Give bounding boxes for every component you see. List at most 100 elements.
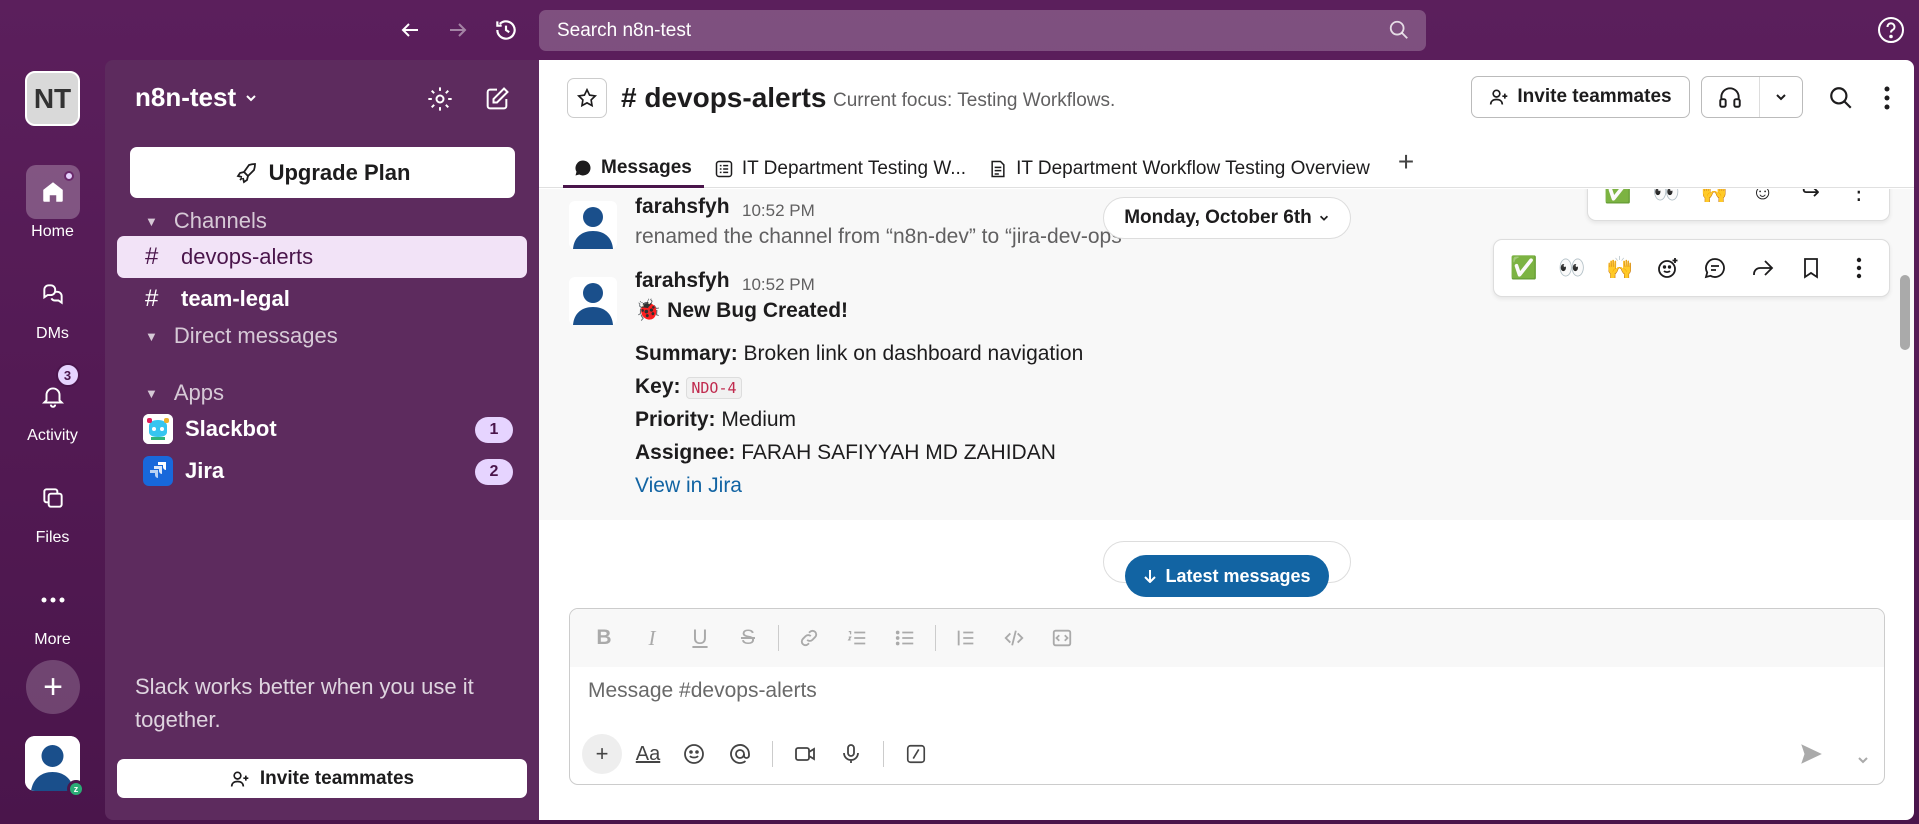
channel-title[interactable]: # devops-alerts xyxy=(621,82,826,114)
message-input[interactable]: Message #devops-alerts xyxy=(570,667,1884,725)
sidebar-invite-button[interactable]: Invite teammates xyxy=(117,759,527,798)
check-emoji-icon[interactable]: ✅ xyxy=(1506,250,1542,286)
activity-badge: 3 xyxy=(55,363,80,387)
tab-canvas-2[interactable]: IT Department Workflow Testing Overview xyxy=(978,144,1382,188)
sidebar-item-team-legal[interactable]: # team-legal xyxy=(117,278,527,320)
help-icon[interactable] xyxy=(1876,15,1906,45)
slash-command-icon[interactable] xyxy=(896,734,936,774)
invite-label: Invite teammates xyxy=(259,767,415,789)
strikethrough-icon[interactable]: S xyxy=(726,618,770,658)
channel-tabs: Messages IT Department Testing W... IT D… xyxy=(563,144,1430,188)
check-emoji-icon[interactable]: ✅ xyxy=(1600,189,1636,210)
add-workspace-button[interactable]: + xyxy=(26,660,80,714)
blockquote-icon[interactable] xyxy=(944,618,988,658)
more-actions-icon[interactable] xyxy=(1841,250,1877,286)
raised-hands-emoji-icon[interactable]: 🙌 xyxy=(1696,189,1732,210)
italic-icon[interactable]: I xyxy=(630,618,674,658)
search-icon xyxy=(1388,19,1410,47)
rail-item-activity[interactable]: 3 Activity xyxy=(0,363,105,445)
message-author[interactable]: farahsfyh xyxy=(635,269,730,293)
emoji-icon[interactable] xyxy=(674,734,714,774)
channel-topic[interactable]: Current focus: Testing Workflows. xyxy=(833,90,1115,112)
rail-item-home[interactable]: Home xyxy=(0,165,105,241)
assignee-line: Assignee: FARAH SAFIYYAH MD ZAHIDAN xyxy=(635,441,1056,465)
bullet-list-icon[interactable] xyxy=(883,618,927,658)
reply-thread-icon[interactable] xyxy=(1697,250,1733,286)
sidebar-item-slackbot[interactable]: Slackbot 1 xyxy=(117,408,527,450)
forward-arrow-icon[interactable] xyxy=(442,14,474,46)
channel-label: team-legal xyxy=(181,286,290,311)
search-icon[interactable] xyxy=(1821,78,1861,118)
headphones-icon[interactable] xyxy=(1702,84,1759,110)
eyes-emoji-icon[interactable]: 👀 xyxy=(1648,189,1684,210)
back-arrow-icon[interactable] xyxy=(394,14,426,46)
rail-label-more: More xyxy=(34,631,71,648)
sidebar-item-devops-alerts[interactable]: # devops-alerts xyxy=(117,236,527,278)
priority-label: Priority: xyxy=(635,408,716,431)
ordered-list-icon[interactable] xyxy=(835,618,879,658)
code-icon[interactable] xyxy=(992,618,1036,658)
link-icon[interactable] xyxy=(787,618,831,658)
upgrade-plan-button[interactable]: Upgrade Plan xyxy=(130,147,515,198)
channels-section-header[interactable]: ▼ Channels xyxy=(145,208,267,234)
mention-icon[interactable] xyxy=(720,734,760,774)
underline-icon[interactable]: U xyxy=(678,618,722,658)
divider xyxy=(935,625,936,651)
raised-hands-emoji-icon[interactable]: 🙌 xyxy=(1602,250,1638,286)
chevron-down-icon[interactable] xyxy=(1758,77,1802,117)
rail-item-more[interactable]: More xyxy=(0,573,105,649)
kebab-menu-icon[interactable] xyxy=(1867,78,1907,118)
files-icon xyxy=(26,471,80,525)
invite-teammates-button[interactable]: Invite teammates xyxy=(1471,76,1690,118)
bookmark-icon[interactable] xyxy=(1793,250,1829,286)
assignee-value: FARAH SAFIYYAH MD ZAHIDAN xyxy=(741,441,1056,464)
avatar[interactable] xyxy=(569,277,617,325)
message-timestamp[interactable]: 10:52 PM xyxy=(742,201,815,221)
microphone-icon[interactable] xyxy=(831,734,871,774)
arrow-down-icon xyxy=(1144,570,1157,583)
code-block-icon[interactable] xyxy=(1040,618,1084,658)
huddle-button[interactable] xyxy=(1701,76,1803,118)
tab-canvas-1[interactable]: IT Department Testing W... xyxy=(704,144,978,188)
plus-icon[interactable]: + xyxy=(582,734,622,774)
chevron-down-icon[interactable] xyxy=(1856,753,1870,772)
eyes-emoji-icon[interactable]: 👀 xyxy=(1554,250,1590,286)
search-placeholder: Search n8n-test xyxy=(557,19,692,41)
unread-count-badge: 1 xyxy=(475,417,513,443)
divider xyxy=(772,741,773,767)
search-bar[interactable]: Search n8n-test xyxy=(539,10,1426,51)
latest-messages-button[interactable]: Latest messages xyxy=(1125,555,1329,597)
more-actions-icon[interactable]: ⋮ xyxy=(1841,189,1877,210)
workspace-menu[interactable]: n8n-test xyxy=(135,82,258,113)
forward-icon[interactable] xyxy=(1745,250,1781,286)
send-icon[interactable] xyxy=(1798,741,1824,772)
direct-messages-section-header[interactable]: ▼ Direct messages xyxy=(145,323,338,349)
slackbot-icon xyxy=(143,414,173,444)
date-divider[interactable]: Monday, October 6th xyxy=(1103,197,1351,239)
tab-messages[interactable]: Messages xyxy=(563,144,704,188)
channel-label: devops-alerts xyxy=(181,244,314,269)
workspace-switcher[interactable]: NT xyxy=(25,71,80,126)
scrollbar[interactable] xyxy=(1900,275,1910,350)
avatar[interactable] xyxy=(569,201,617,249)
rail-item-files[interactable]: Files xyxy=(0,471,105,547)
history-icon[interactable] xyxy=(490,14,522,46)
star-icon[interactable] xyxy=(567,78,607,118)
message-timestamp[interactable]: 10:52 PM xyxy=(742,275,815,295)
compose-icon[interactable] xyxy=(480,82,514,116)
apps-section-header[interactable]: ▼ Apps xyxy=(145,380,224,406)
video-icon[interactable] xyxy=(785,734,825,774)
message-author[interactable]: farahsfyh xyxy=(635,195,730,219)
add-reaction-icon[interactable]: ☺ xyxy=(1745,189,1781,210)
gear-icon[interactable] xyxy=(423,82,457,116)
view-in-jira-link[interactable]: View in Jira xyxy=(635,474,742,498)
add-tab-button[interactable]: + xyxy=(1382,144,1430,180)
priority-value: Medium xyxy=(721,408,797,431)
tab-label: Messages xyxy=(601,156,692,178)
share-icon[interactable]: ↪ xyxy=(1793,189,1829,210)
text-format-icon[interactable]: Aa xyxy=(628,734,668,774)
sidebar-item-jira[interactable]: Jira 2 xyxy=(117,450,527,492)
add-reaction-icon[interactable] xyxy=(1650,250,1686,286)
bold-icon[interactable]: B xyxy=(582,618,626,658)
rail-item-dms[interactable]: DMs xyxy=(0,267,105,343)
